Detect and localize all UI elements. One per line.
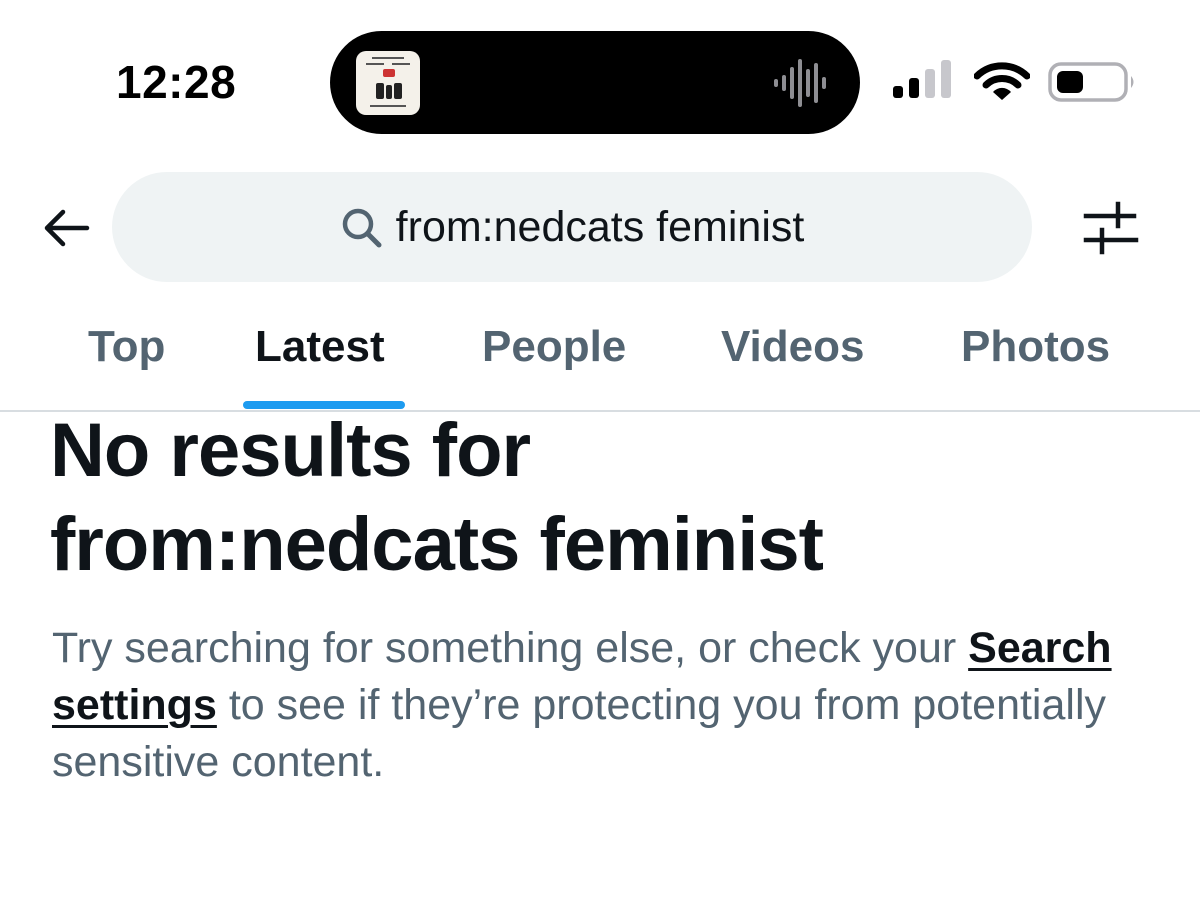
cellular-signal-icon bbox=[893, 60, 951, 98]
sliders-icon[interactable] bbox=[1080, 198, 1142, 258]
empty-state-title: No results for from:nedcats feminist bbox=[50, 404, 1170, 592]
search-query-text: from:nedcats feminist bbox=[395, 202, 805, 251]
tab-top[interactable]: Top bbox=[88, 322, 165, 372]
tab-videos[interactable]: Videos bbox=[721, 322, 864, 372]
arrow-left-icon bbox=[44, 209, 90, 247]
search-tabs: Top Latest People Videos Photos bbox=[0, 300, 1200, 412]
battery-icon bbox=[1048, 62, 1134, 102]
wifi-icon bbox=[974, 62, 1030, 100]
status-time: 12:28 bbox=[116, 56, 237, 108]
tab-photos[interactable]: Photos bbox=[961, 322, 1110, 372]
empty-state-description: Try searching for something else, or che… bbox=[52, 620, 1172, 791]
now-playing-artwork-icon bbox=[356, 51, 420, 115]
back-button[interactable] bbox=[36, 200, 96, 256]
empty-state-title-line1: No results for bbox=[50, 408, 531, 493]
search-icon bbox=[342, 208, 382, 248]
tab-latest[interactable]: Latest bbox=[255, 322, 385, 372]
search-input[interactable]: from:nedcats feminist bbox=[112, 172, 1032, 282]
empty-state-title-line2: from:nedcats feminist bbox=[50, 502, 824, 587]
audio-waveform-icon bbox=[774, 59, 826, 107]
dynamic-island[interactable] bbox=[330, 31, 860, 134]
tab-people[interactable]: People bbox=[482, 322, 626, 372]
empty-state-desc-start: Try searching for something else, or che… bbox=[52, 624, 957, 672]
